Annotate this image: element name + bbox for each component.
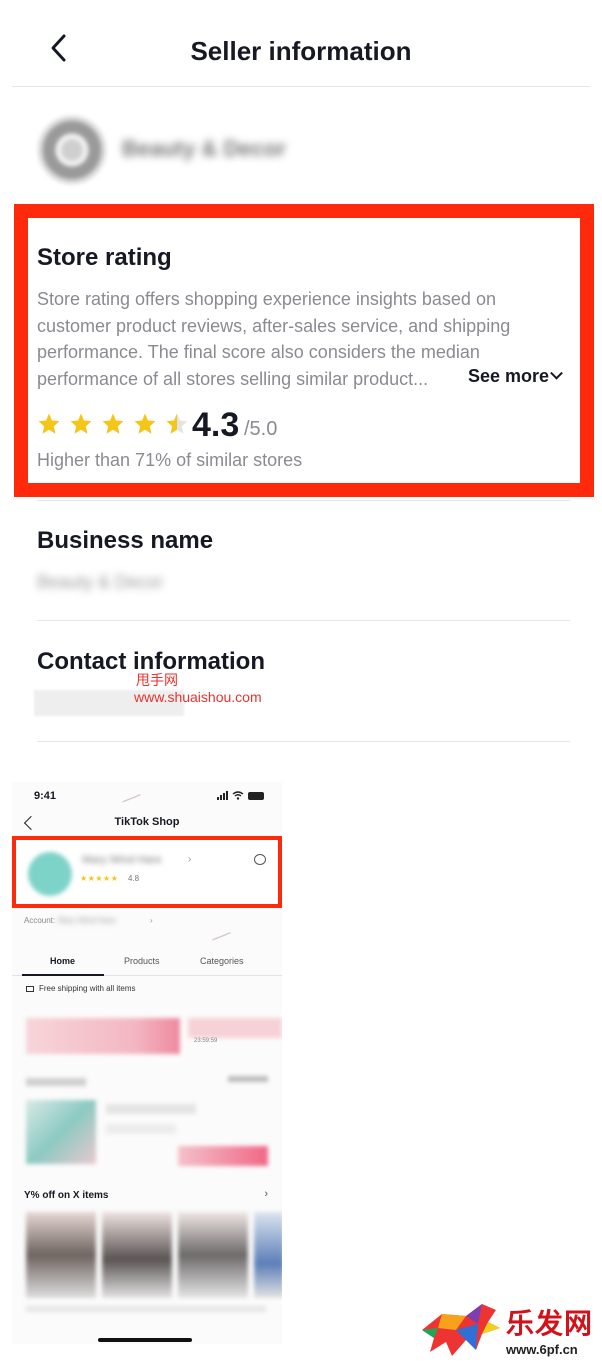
star-icon xyxy=(38,413,60,434)
divider xyxy=(37,741,570,742)
star-icon xyxy=(102,413,124,434)
product-thumbnail[interactable] xyxy=(254,1212,282,1298)
watermark-mark: ━━━━ xyxy=(121,790,143,807)
seller-name: Beauty & Decor xyxy=(122,136,286,161)
page-title: Seller information xyxy=(190,36,412,66)
watermark-mark: ━━━━ xyxy=(211,928,233,945)
star-icon xyxy=(134,413,156,434)
divider xyxy=(37,500,570,501)
buy-button-blur[interactable] xyxy=(178,1146,268,1166)
battery-icon xyxy=(248,791,264,800)
active-tab-indicator xyxy=(22,974,104,976)
business-name-value: Beauty & Decor xyxy=(37,572,164,592)
rating-score: 4.3 xyxy=(192,406,240,444)
shop-rating: 4.8 xyxy=(128,874,140,883)
shop-name: Mary Wind Hare xyxy=(82,854,162,866)
countdown-timer: 23:59:59 xyxy=(194,1038,218,1044)
star-icon xyxy=(70,413,92,434)
site-logo-url: www.6pf.cn xyxy=(506,1342,578,1357)
star-rating xyxy=(37,412,189,436)
header-divider xyxy=(12,86,590,87)
product-text-blur xyxy=(106,1124,176,1134)
store-rating-title: Store rating xyxy=(37,244,172,271)
seller-avatar xyxy=(38,116,106,184)
status-icons xyxy=(217,791,264,800)
product-thumbnail[interactable] xyxy=(26,1100,96,1164)
half-star-icon xyxy=(166,413,188,434)
tiktok-shop-screenshot: 9:41 TikTok Shop Mary Wind Hare › ★★★★★ … xyxy=(12,782,282,1344)
business-name-title: Business name xyxy=(37,527,214,554)
tab-products[interactable]: Products xyxy=(124,956,160,966)
home-indicator xyxy=(98,1338,192,1342)
chevron-down-icon xyxy=(550,366,563,380)
product-thumbnail[interactable] xyxy=(102,1212,172,1298)
chat-icon[interactable] xyxy=(254,854,266,865)
product-text-blur xyxy=(26,1306,266,1312)
see-more-label: See more xyxy=(468,366,550,386)
chevron-right-icon: › xyxy=(150,916,153,925)
free-shipping-text: Free shipping with all items xyxy=(39,984,136,993)
shop-tabs: Home Products Categories xyxy=(12,954,282,976)
watermark-text: 甩手网 xyxy=(136,672,178,688)
shop-avatar xyxy=(28,852,72,896)
section-link-blur xyxy=(228,1076,268,1082)
megaphone-icon xyxy=(26,985,34,992)
watermark-url: www.shuaishou.com xyxy=(134,689,262,705)
product-thumbnail[interactable] xyxy=(26,1212,96,1298)
chevron-right-icon: › xyxy=(188,854,192,865)
see-more-link[interactable]: See more xyxy=(468,366,563,387)
account-label: Account: xyxy=(24,916,56,925)
offer-heading: Y% off on X items xyxy=(24,1190,109,1201)
rating-comparison: Higher than 71% of similar stores xyxy=(37,450,303,470)
tab-home[interactable]: Home xyxy=(50,956,75,966)
wifi-icon xyxy=(232,791,244,800)
divider xyxy=(37,620,570,621)
product-text-blur xyxy=(106,1104,196,1114)
promo-card[interactable] xyxy=(188,1018,282,1038)
product-thumbnail[interactable] xyxy=(178,1212,248,1298)
shop-stars: ★★★★★ xyxy=(80,874,119,883)
free-shipping-banner: Free shipping with all items xyxy=(26,984,135,993)
chevron-right-icon[interactable]: › xyxy=(264,1188,268,1200)
horse-logo-icon xyxy=(422,1304,500,1356)
site-logo-text: 乐发网 xyxy=(506,1307,594,1340)
shop-header-highlight[interactable]: Mary Wind Hare › ★★★★★ 4.8 xyxy=(12,836,282,908)
section-heading-blur xyxy=(26,1078,86,1086)
signal-icon xyxy=(217,791,228,800)
tab-categories[interactable]: Categories xyxy=(200,956,244,966)
promo-card[interactable] xyxy=(26,1018,180,1054)
status-time: 9:41 xyxy=(34,790,57,802)
rating-score-max: /5.0 xyxy=(244,418,278,440)
phone-title: TikTok Shop xyxy=(114,816,180,828)
account-value: Mary Wind Hare xyxy=(58,916,116,925)
